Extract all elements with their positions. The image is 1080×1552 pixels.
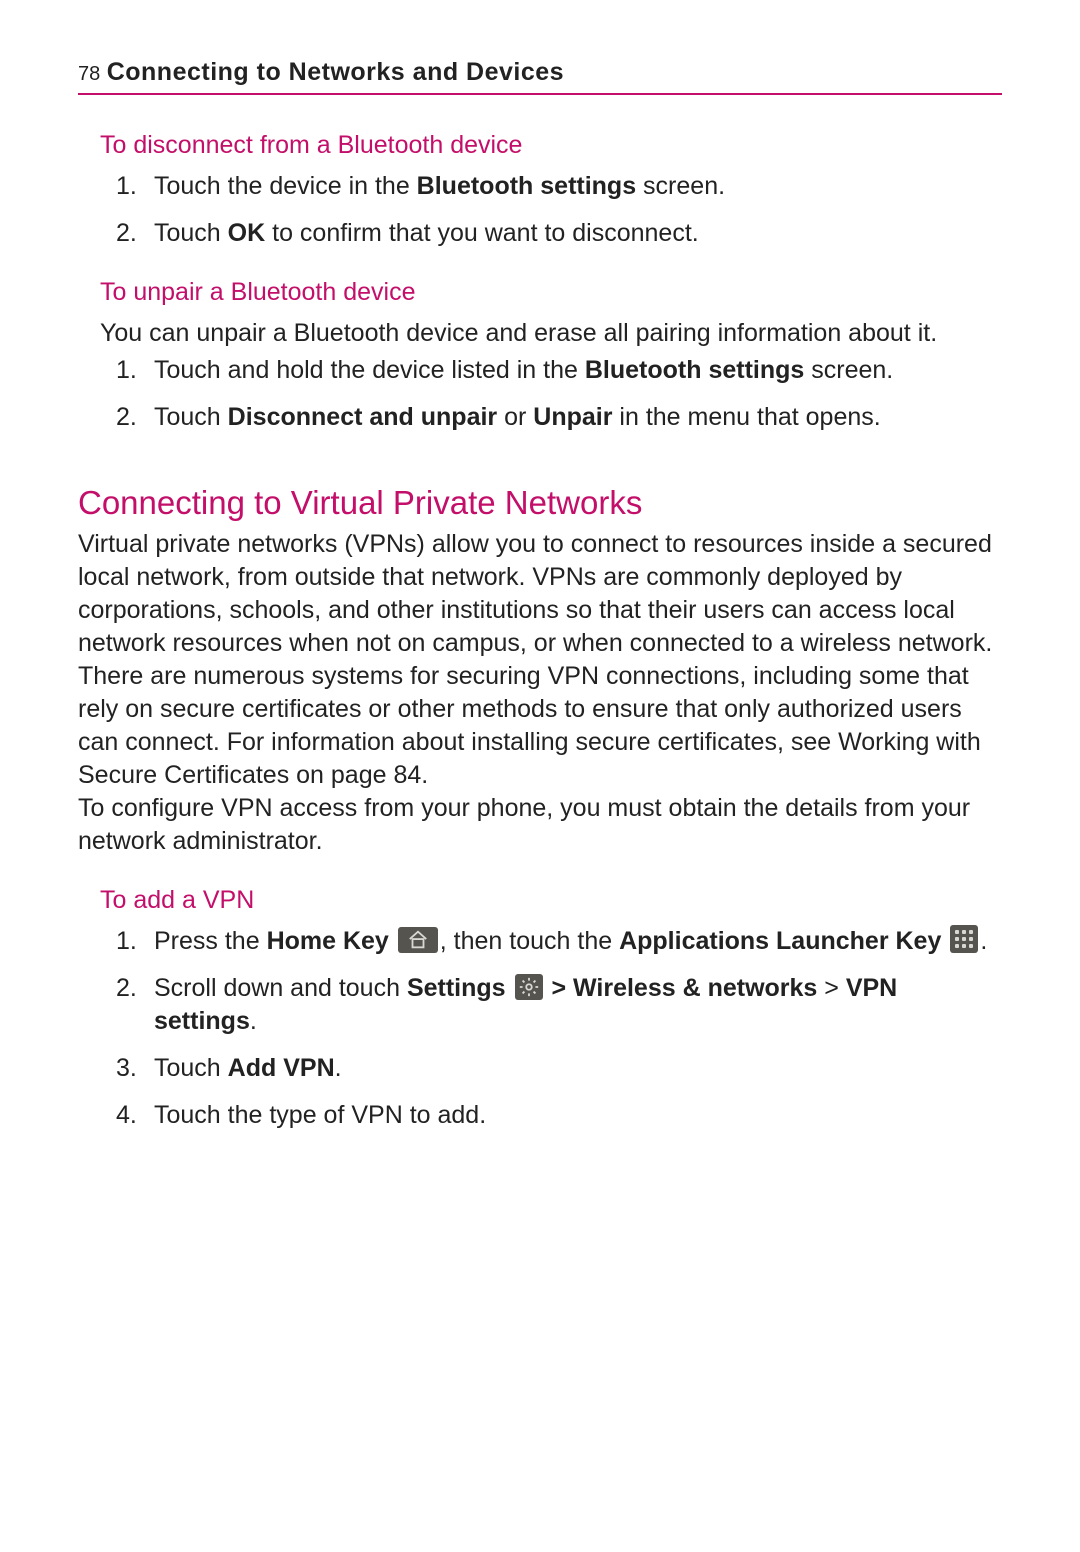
step-text: Press the xyxy=(154,927,267,955)
step-item: 1. Touch the device in the Bluetooth set… xyxy=(144,170,1002,203)
step-text-bold: Add VPN xyxy=(228,1054,335,1082)
step-text: Touch xyxy=(154,403,228,431)
step-item: 2. Touch OK to confirm that you want to … xyxy=(144,217,1002,250)
apps-launcher-icon xyxy=(950,925,978,953)
step-text-bold: Home Key xyxy=(267,927,389,955)
step-number: 3. xyxy=(116,1052,137,1085)
step-text-bold: Applications Launcher Key xyxy=(619,927,941,955)
page-number: 78 xyxy=(78,63,102,85)
step-text: Touch xyxy=(154,219,228,247)
step-text: Touch and hold the device listed in the xyxy=(154,356,585,384)
step-text: or xyxy=(497,403,533,431)
step-item: 1. Press the Home Key , then touch the A… xyxy=(144,925,1002,958)
heading-vpn: Connecting to Virtual Private Networks xyxy=(78,484,1002,522)
step-text-bold: Bluetooth settings xyxy=(585,356,804,384)
step-item: 4. Touch the type of VPN to add. xyxy=(144,1099,1002,1132)
step-text: . xyxy=(335,1054,342,1082)
step-item: 2. Touch Disconnect and unpair or Unpair… xyxy=(144,401,1002,434)
step-text: Touch the device in the xyxy=(154,172,417,200)
step-text: to confirm that you want to disconnect. xyxy=(265,219,699,247)
step-number: 1. xyxy=(116,925,137,958)
step-item: 1. Touch and hold the device listed in t… xyxy=(144,354,1002,387)
step-text-bold: OK xyxy=(228,219,266,247)
vpn-para-2: There are numerous systems for securing … xyxy=(78,660,1002,792)
step-number: 2. xyxy=(116,972,137,1005)
chapter-header: 78 Connecting to Networks and Devices xyxy=(78,58,1002,95)
step-text-bold: Wireless & networks xyxy=(573,974,817,1002)
heading-add-vpn: To add a VPN xyxy=(100,886,1002,915)
step-text-bold: Bluetooth settings xyxy=(417,172,636,200)
step-text: . xyxy=(250,1007,257,1035)
steps-add-vpn: 1. Press the Home Key , then touch the A… xyxy=(78,925,1002,1132)
chapter-title: Connecting to Networks and Devices xyxy=(107,58,564,86)
step-text: screen. xyxy=(636,172,725,200)
step-text: Touch xyxy=(154,1054,228,1082)
step-number: 1. xyxy=(116,170,137,203)
step-item: 3. Touch Add VPN. xyxy=(144,1052,1002,1085)
steps-unpair: 1. Touch and hold the device listed in t… xyxy=(78,354,1002,434)
step-text-bold: Settings xyxy=(407,974,506,1002)
home-key-icon xyxy=(398,927,438,953)
vpn-para-1: Virtual private networks (VPNs) allow yo… xyxy=(78,528,1002,660)
step-text-bold: Disconnect and unpair xyxy=(228,403,497,431)
step-number: 2. xyxy=(116,401,137,434)
heading-disconnect-bluetooth: To disconnect from a Bluetooth device xyxy=(100,131,1002,160)
unpair-intro: You can unpair a Bluetooth device and er… xyxy=(100,317,1002,350)
step-text: Scroll down and touch xyxy=(154,974,407,1002)
step-text: . xyxy=(980,927,987,955)
steps-disconnect: 1. Touch the device in the Bluetooth set… xyxy=(78,170,1002,250)
step-text: in the menu that opens. xyxy=(612,403,880,431)
heading-unpair-bluetooth: To unpair a Bluetooth device xyxy=(100,278,1002,307)
step-text-bold: > xyxy=(551,974,573,1002)
step-text: , then touch the xyxy=(440,927,619,955)
step-number: 4. xyxy=(116,1099,137,1132)
settings-icon xyxy=(515,974,543,1000)
step-text: screen. xyxy=(804,356,893,384)
step-number: 1. xyxy=(116,354,137,387)
step-number: 2. xyxy=(116,217,137,250)
step-text: > xyxy=(817,974,846,1002)
step-text: Touch the type of VPN to add. xyxy=(154,1101,486,1129)
step-item: 2. Scroll down and touch Settings > Wire… xyxy=(144,972,1002,1038)
vpn-para-3: To configure VPN access from your phone,… xyxy=(78,792,1002,858)
page: 78 Connecting to Networks and Devices To… xyxy=(0,0,1080,1552)
step-text-bold: Unpair xyxy=(533,403,612,431)
